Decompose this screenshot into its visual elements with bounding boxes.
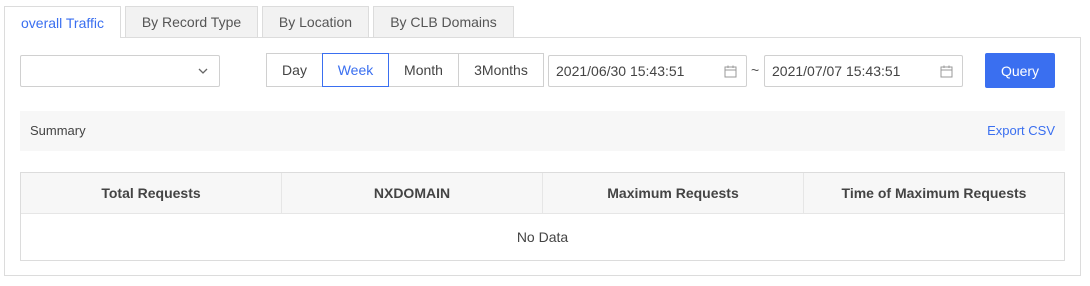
domain-select[interactable]	[20, 55, 220, 87]
column-header-maximum-requests: Maximum Requests	[543, 173, 804, 213]
end-date-picker[interactable]: 2021/07/07 15:43:51	[764, 55, 963, 87]
range-week-button[interactable]: Week	[322, 53, 389, 87]
column-header-time-of-maximum-requests: Time of Maximum Requests	[841, 185, 1027, 201]
date-range-separator: ~	[751, 62, 760, 78]
tab-overall-traffic[interactable]: overall Traffic	[4, 6, 121, 38]
chevron-down-icon	[198, 68, 208, 74]
tab-by-record-type[interactable]: By Record Type	[125, 6, 258, 37]
start-date-value: 2021/06/30 15:43:51	[556, 63, 685, 79]
summary-table: Total Requests NXDOMAIN Maximum Requests…	[20, 172, 1065, 261]
range-3months-button[interactable]: 3Months	[458, 53, 544, 87]
tab-by-clb-domains[interactable]: By CLB Domains	[373, 6, 514, 37]
export-csv-link[interactable]: Export CSV	[987, 123, 1055, 138]
end-date-value: 2021/07/07 15:43:51	[772, 63, 901, 79]
table-header: Total Requests NXDOMAIN Maximum Requests…	[21, 173, 1064, 214]
empty-state: No Data	[516, 228, 569, 245]
calendar-icon	[724, 65, 737, 78]
column-header-nxdomain: NXDOMAIN	[282, 173, 543, 213]
range-month-button[interactable]: Month	[388, 53, 459, 87]
query-button[interactable]: Query	[985, 53, 1055, 88]
column-header-total-requests: Total Requests	[21, 173, 282, 213]
start-date-picker[interactable]: 2021/06/30 15:43:51	[548, 55, 747, 87]
summary-title: Summary	[30, 123, 86, 138]
tab-by-location[interactable]: By Location	[262, 6, 369, 37]
range-day-button[interactable]: Day	[266, 53, 323, 87]
summary-bar: Summary Export CSV	[20, 111, 1065, 151]
calendar-icon	[940, 65, 953, 78]
